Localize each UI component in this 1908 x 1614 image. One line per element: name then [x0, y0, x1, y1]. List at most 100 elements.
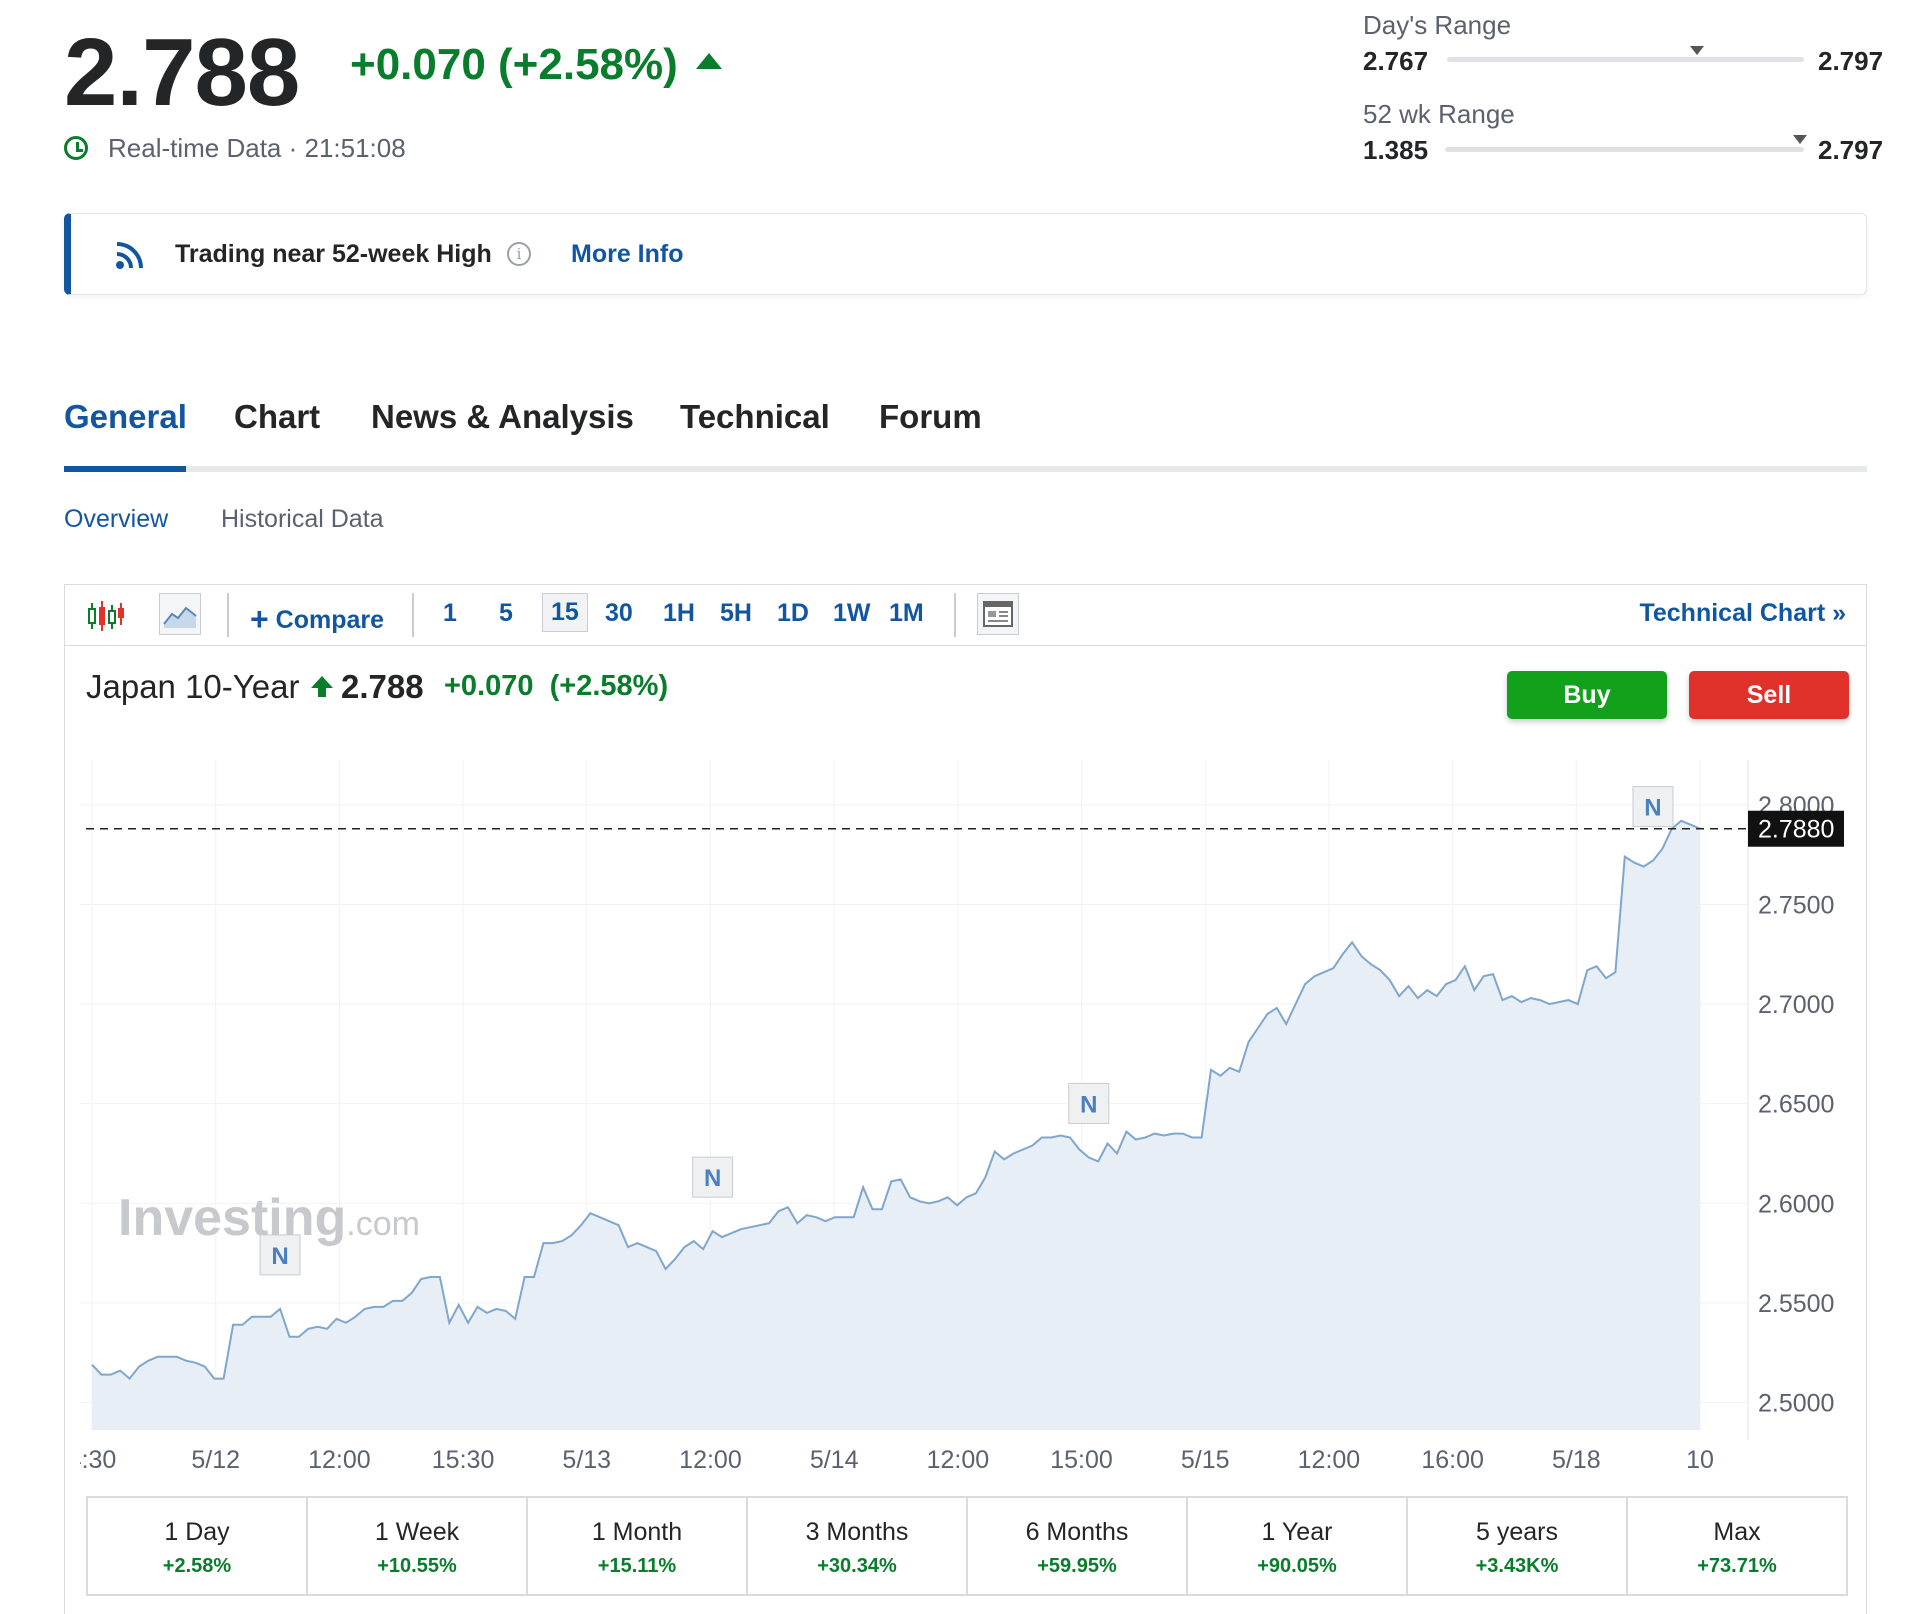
x-tick-label: 12:00: [927, 1446, 990, 1474]
performance-value: +2.58%: [162, 1555, 232, 1577]
chart-toolbar: + Compare 1 5 15 30 1H 5H 1D 1W 1M Techn…: [65, 585, 1866, 646]
performance-value: +59.95%: [1037, 1555, 1117, 1577]
tab-forum[interactable]: Forum: [879, 398, 982, 436]
interval-15[interactable]: 15: [542, 593, 588, 632]
x-tick-label: 5/18: [1552, 1446, 1601, 1474]
performance-period: 1 Month: [591, 1518, 683, 1546]
x-tick-label: 5/13: [562, 1446, 611, 1474]
days-range-high: 2.797: [1818, 46, 1884, 76]
info-icon[interactable]: i: [507, 242, 531, 266]
performance-cell[interactable]: 5 years +3.43K%: [1408, 1498, 1628, 1594]
x-tick-label: 10: [1686, 1446, 1714, 1474]
tab-news-analysis[interactable]: News & Analysis: [371, 398, 634, 436]
price-area: [92, 820, 1700, 1430]
performance-cell[interactable]: 1 Month +15.11%: [528, 1498, 748, 1594]
price-change: +0.070 (+2.58%): [350, 40, 722, 90]
performance-cell[interactable]: 1 Day +2.58%: [88, 1498, 308, 1594]
performance-strip: 1 Day +2.58% 1 Week +10.55% 1 Month +15.11% 3 …: [86, 1496, 1848, 1596]
more-info-link[interactable]: More Info: [571, 240, 684, 269]
performance-cell[interactable]: Max +73.71%: [1628, 1498, 1846, 1594]
news-marker-label: N: [1644, 795, 1661, 822]
interval-1w[interactable]: 1W: [833, 599, 871, 628]
news-marker-label: N: [271, 1243, 288, 1270]
tab-technical[interactable]: Technical: [680, 398, 830, 436]
52wk-range-marker-icon: [1793, 135, 1808, 144]
x-tick-label: 5/15: [1181, 1446, 1230, 1474]
y-tick-label: 2.5500: [1758, 1290, 1834, 1318]
performance-cell[interactable]: 6 Months +59.95%: [968, 1498, 1188, 1594]
52wk-range-label: 52 wk Range: [1363, 99, 1515, 129]
performance-period: Max: [1713, 1518, 1761, 1546]
sell-button[interactable]: Sell: [1689, 671, 1849, 719]
news-marker-label: N: [704, 1165, 721, 1192]
compare-label: Compare: [275, 606, 385, 634]
x-tick-label: 12:00: [1298, 1446, 1361, 1474]
performance-cell[interactable]: 3 Months +30.34%: [748, 1498, 968, 1594]
candlestick-icon[interactable]: [87, 599, 125, 633]
performance-value: +73.71%: [1697, 1555, 1777, 1577]
last-price: 2.788: [64, 19, 300, 126]
tabs-divider: [64, 466, 1867, 472]
52wk-range-low: 1.385: [1363, 135, 1429, 165]
performance-period: 6 Months: [1025, 1518, 1129, 1546]
plus-icon: +: [250, 601, 269, 637]
days-range-low: 2.767: [1363, 46, 1429, 76]
tab-chart[interactable]: Chart: [234, 398, 320, 436]
performance-value: +30.34%: [817, 1555, 897, 1577]
days-range-label: Day's Range: [1363, 10, 1512, 40]
price-chart[interactable]: Investing.com2.50002.55002.60002.65002.7…: [80, 760, 1880, 1480]
interval-30[interactable]: 30: [605, 599, 633, 628]
performance-period: 3 Months: [805, 1518, 909, 1546]
rss-feed-icon: [116, 242, 143, 269]
up-arrow-stem: [318, 688, 326, 697]
y-tick-label: 2.5000: [1758, 1390, 1834, 1418]
x-tick-label: 5/12: [191, 1446, 240, 1474]
performance-value: +3.43K%: [1475, 1555, 1559, 1577]
current-price-label: 2.7880: [1758, 816, 1834, 844]
toolbar-divider: [954, 593, 956, 637]
interval-1[interactable]: 1: [443, 599, 457, 628]
days-range-bar: [1447, 57, 1804, 62]
instrument-change-value: +0.070: [444, 670, 534, 702]
realtime-label: Real-time Data · 21:51:08: [108, 133, 406, 163]
interval-1h[interactable]: 1H: [663, 599, 695, 628]
y-tick-label: 2.6000: [1758, 1190, 1834, 1218]
news-marker-label: N: [1080, 1091, 1097, 1118]
performance-period: 1 Week: [374, 1518, 460, 1546]
news-overlay-icon[interactable]: [977, 593, 1019, 635]
technical-chart-link[interactable]: Technical Chart »: [1639, 599, 1846, 628]
toolbar-divider: [412, 593, 414, 637]
days-range-marker-icon: [1689, 46, 1704, 55]
performance-period: 1 Year: [1261, 1518, 1333, 1546]
interval-5h[interactable]: 5H: [720, 599, 752, 628]
subtab-overview[interactable]: Overview: [64, 505, 168, 534]
instrument-last: 2.788: [341, 668, 424, 705]
x-tick-label: 12:00: [308, 1446, 371, 1474]
performance-value: +90.05%: [1257, 1555, 1337, 1577]
performance-cell[interactable]: 1 Year +90.05%: [1188, 1498, 1408, 1594]
interval-5[interactable]: 5: [499, 599, 513, 628]
up-arrow-icon: [695, 53, 722, 70]
area-chart-type-icon[interactable]: [159, 593, 201, 635]
alert-text: Trading near 52-week High: [175, 240, 492, 268]
interval-1m[interactable]: 1M: [889, 599, 924, 628]
buy-button[interactable]: Buy: [1507, 671, 1667, 719]
compare-button[interactable]: + Compare: [250, 599, 385, 637]
instrument-name: Japan 10-Year: [86, 668, 300, 705]
performance-period: 1 Day: [164, 1518, 230, 1546]
performance-value: +10.55%: [377, 1555, 457, 1577]
clock-icon: [64, 136, 88, 160]
subtab-historical-data[interactable]: Historical Data: [221, 505, 384, 534]
performance-value: +15.11%: [597, 1555, 677, 1577]
interval-1d[interactable]: 1D: [777, 599, 809, 628]
tab-general[interactable]: General: [64, 398, 187, 436]
x-tick-label: 15:30: [432, 1446, 495, 1474]
active-tab-indicator: [64, 466, 186, 472]
52wk-range-bar: [1445, 147, 1804, 152]
x-tick-label: 4:30: [80, 1446, 116, 1474]
x-tick-label: 15:00: [1050, 1446, 1113, 1474]
y-tick-label: 2.7000: [1758, 991, 1834, 1019]
performance-cell[interactable]: 1 Week +10.55%: [308, 1498, 528, 1594]
x-tick-label: 12:00: [679, 1446, 742, 1474]
52wk-range-high: 2.797: [1818, 135, 1884, 165]
